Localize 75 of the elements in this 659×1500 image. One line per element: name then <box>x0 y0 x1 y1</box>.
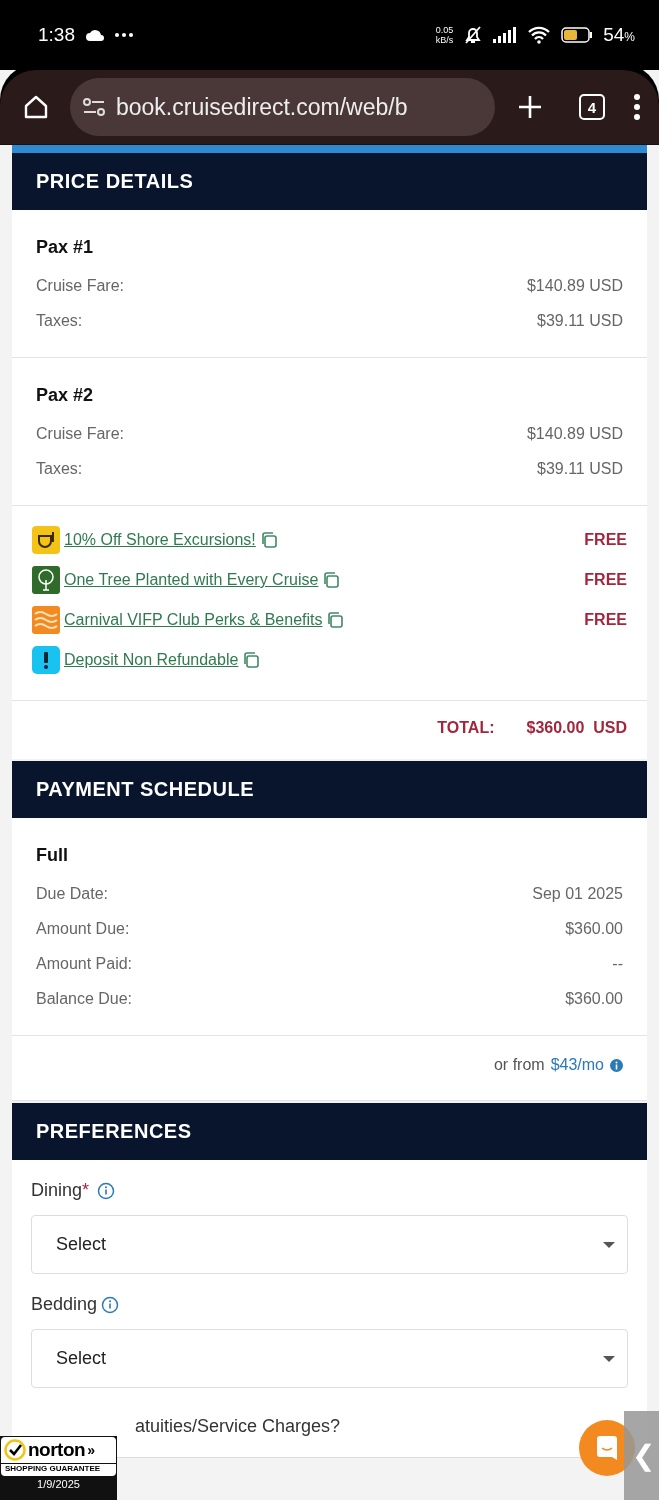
tree-icon <box>32 566 60 594</box>
section-header: PRICE DETAILS <box>12 153 647 210</box>
bell-off-icon <box>463 25 484 45</box>
info-icon[interactable] <box>610 1058 623 1072</box>
financing-text: or from <box>493 1056 545 1074</box>
payment-value: -- <box>612 954 623 973</box>
site-settings-icon[interactable] <box>82 97 106 117</box>
wifi-icon <box>527 26 552 44</box>
select-field[interactable]: Select <box>31 1215 628 1274</box>
network-unit: kB/s <box>435 35 454 45</box>
perk-link[interactable]: Deposit Non Refundable <box>64 651 239 669</box>
snorkel-icon <box>32 526 60 554</box>
home-icon[interactable] <box>22 93 50 121</box>
fare-label: Cruise Fare: <box>36 424 125 443</box>
passenger-title: Pax #2 <box>36 385 95 406</box>
norton-arrows: » <box>87 1442 95 1458</box>
waves-icon <box>32 606 60 634</box>
section-header: PAYMENT SCHEDULE <box>12 761 647 818</box>
norton-badge[interactable]: norton» SHOPPING GUARANTEE 1/9/2025 <box>0 1436 117 1500</box>
more-dots-icon <box>115 33 133 37</box>
financing-link[interactable]: $43/mo <box>550 1056 604 1074</box>
payment-label: Amount Paid: <box>36 954 133 973</box>
menu-icon[interactable] <box>633 94 641 120</box>
required-mark: * <box>82 1180 90 1201</box>
caret-icon <box>603 1241 615 1248</box>
perk-link[interactable]: Carnival VIFP Club Perks & Benefits <box>64 611 323 629</box>
perk-link[interactable]: One Tree Planted with Every Cruise <box>64 571 319 589</box>
address-bar[interactable]: book.cruisedirect.com/web/b <box>70 78 495 136</box>
copy-icon[interactable] <box>322 571 341 589</box>
fare-label: Cruise Fare: <box>36 276 125 295</box>
fare-label: Taxes: <box>36 459 83 478</box>
fare-value: $39.11 USD <box>537 311 623 330</box>
field-label: Dining <box>31 1180 83 1201</box>
chat-icon <box>594 1435 620 1461</box>
signal-icon <box>493 27 518 43</box>
perk-link[interactable]: 10% Off Shore Excursions! <box>64 531 256 549</box>
fare-value: $140.89 USD <box>526 424 623 443</box>
battery-percent: 54 <box>603 24 625 45</box>
info-icon[interactable] <box>101 1295 120 1314</box>
norton-tagline: SHOPPING GUARANTEE <box>1 1464 116 1476</box>
payment-label: Balance Due: <box>36 989 133 1008</box>
field-label: Bedding <box>31 1294 98 1315</box>
fare-value: $39.11 USD <box>537 459 623 478</box>
select-field[interactable]: Select <box>31 1329 628 1388</box>
network-speed: 0.05 <box>435 25 454 35</box>
info-icon[interactable] <box>97 1181 116 1200</box>
alert-icon <box>32 646 60 674</box>
plan-title: Full <box>36 845 69 866</box>
battery-icon <box>561 27 594 43</box>
cloud-icon <box>85 29 105 41</box>
payment-value: $360.00 <box>565 919 623 938</box>
total-value: $360.00 USD <box>526 719 627 737</box>
check-icon <box>4 1439 26 1461</box>
copy-icon[interactable] <box>242 651 261 669</box>
section-header: PREFERENCES <box>12 1103 647 1160</box>
tab-count-button[interactable]: 4 <box>579 94 605 120</box>
perk-price: FREE <box>584 571 627 589</box>
caret-icon <box>603 1355 615 1362</box>
payment-value: $360.00 <box>565 989 623 1008</box>
new-tab-icon[interactable] <box>517 94 543 120</box>
total-label: TOTAL: <box>437 719 495 737</box>
fare-label: Taxes: <box>36 311 83 330</box>
payment-value: Sep 01 2025 <box>532 884 623 903</box>
payment-label: Due Date: <box>36 884 109 903</box>
perk-price: FREE <box>584 611 627 629</box>
clock-time: 1:38 <box>38 24 75 46</box>
passenger-title: Pax #1 <box>36 237 95 258</box>
percent-sign: % <box>624 30 635 44</box>
copy-icon[interactable] <box>259 531 278 549</box>
fare-value: $140.89 USD <box>526 276 623 295</box>
copy-icon[interactable] <box>326 611 345 629</box>
perk-price: FREE <box>584 531 627 549</box>
norton-brand: norton <box>28 1439 86 1461</box>
payment-label: Amount Due: <box>36 919 130 938</box>
norton-date: 1/9/2025 <box>36 1477 81 1490</box>
